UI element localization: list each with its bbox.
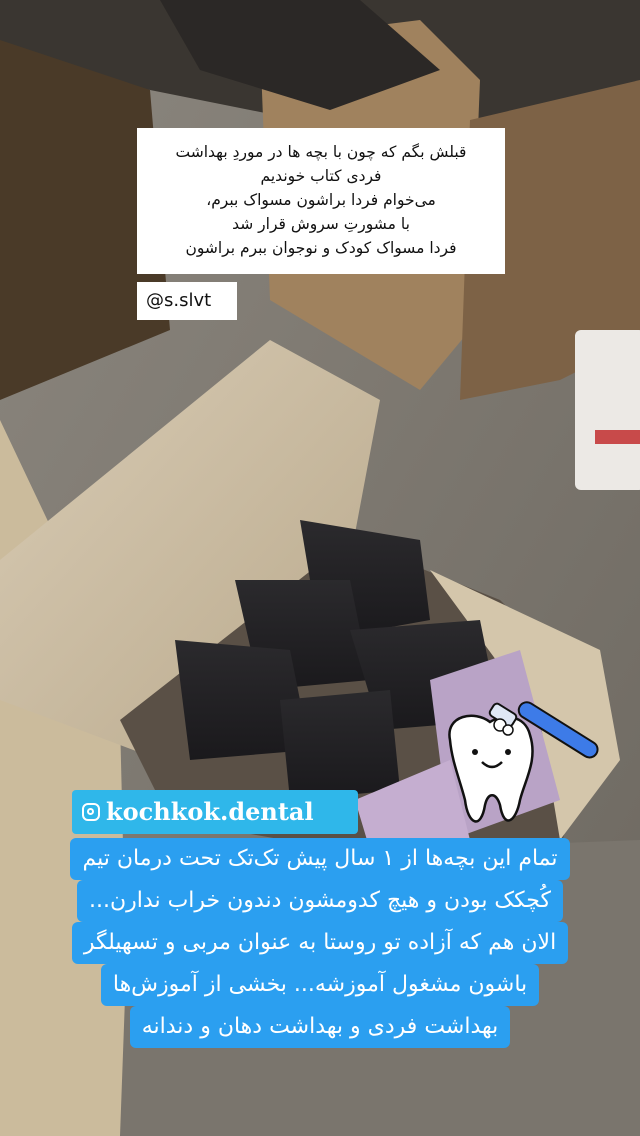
highlight-line: باشون مشغول آموزشه... بخشی از آموزش‌ها (100, 964, 540, 1006)
highlight-line: بهداشت فردی و بهداشت دهان و دندانه (129, 1006, 511, 1048)
caption-line: با مشورتِ سروش قرار شد (232, 215, 410, 233)
instagram-icon (82, 803, 100, 821)
user-mention-tag[interactable]: @s.slvt (137, 282, 237, 320)
highlight-line: تمام این بچه‌ها از ۱ سال پیش تک‌تک تحت د… (70, 838, 570, 880)
caption-line: فردا مسواک کودک و نوجوان ببرم براشون (185, 239, 457, 257)
story-caption: قبلش بگم که چون با بچه ها در موردِ بهداش… (137, 128, 505, 274)
container-label (595, 430, 640, 444)
highlight-line: الان هم که آزاده تو روستا به عنوان مربی … (71, 922, 569, 964)
caption-line: فردی کتاب خوندیم (260, 167, 382, 185)
tooth-toothbrush-sticker (448, 701, 599, 823)
white-container (575, 330, 640, 490)
toothbrush-pack-5 (280, 690, 400, 800)
highlight-caption: تمام این بچه‌ها از ۱ سال پیش تک‌تک تحت د… (0, 838, 640, 1068)
caption-line: می‌خوام فردا براشون مسواک ببرم، (206, 191, 436, 209)
highlight-line: کُچکک بودن و هیچ کدومشون دندون خراب ندار… (77, 880, 563, 922)
tooth-icon (448, 714, 534, 823)
brand-mention-label: kochkok.dental (106, 797, 314, 826)
caption-line: قبلش بگم که چون با بچه ها در موردِ بهداش… (175, 143, 467, 161)
brand-mention-tag[interactable]: kochkok.dental (72, 790, 358, 834)
